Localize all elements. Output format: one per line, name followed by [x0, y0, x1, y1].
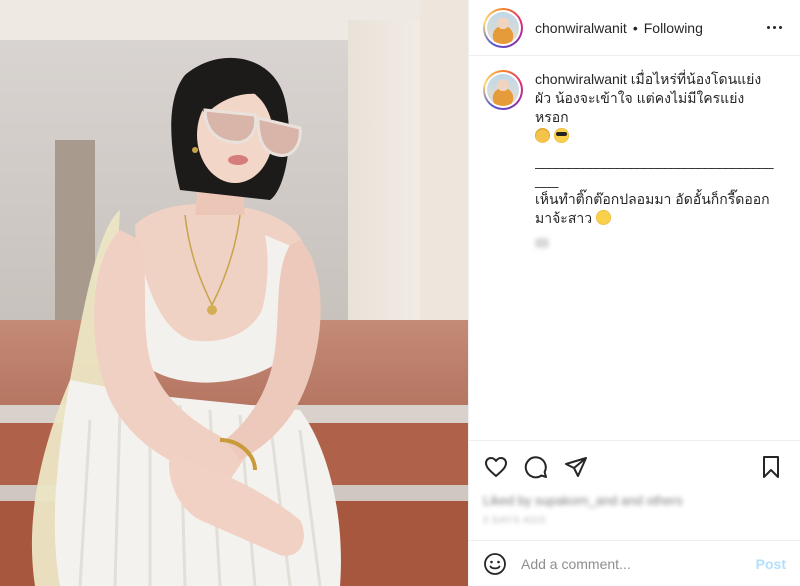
actions-area: Liked by supakorn_and and others 3 DAYS …	[469, 440, 800, 540]
caption-divider-short: ___	[535, 172, 559, 188]
bookmark-icon[interactable]	[758, 454, 784, 480]
post-timestamp[interactable]: 3 DAYS AGO	[483, 515, 786, 525]
wink-tongue-emoji	[595, 210, 611, 225]
ok-hand-emoji	[535, 128, 550, 143]
smiley-icon[interactable]	[483, 552, 507, 576]
caption-timestamp	[535, 238, 549, 248]
caption-line-4: มาจ้ะสาว	[535, 210, 593, 226]
username-link[interactable]: chonwiralwanit	[535, 20, 627, 36]
person-figure	[31, 57, 341, 586]
post-photo[interactable]	[0, 0, 468, 586]
heart-icon[interactable]	[483, 454, 509, 480]
following-button[interactable]: Following	[644, 20, 703, 36]
add-comment-bar: Post	[469, 540, 800, 586]
comment-input[interactable]	[521, 555, 756, 572]
header-separator: •	[632, 19, 638, 36]
post-side-panel: chonwiralwanit • Following chonwiralwani…	[468, 0, 800, 586]
caption-divider: ___________________________________	[535, 153, 774, 169]
caption-text: chonwiralwanit เมื่อไหร่ที่น้องโดนแย่ง ผ…	[535, 70, 775, 248]
post-header: chonwiralwanit • Following	[469, 0, 800, 56]
caption-line-2: ผัว น้องจะเข้าใจ แต่คงไม่มีใครแย่งหรอก	[535, 90, 745, 125]
caption-line-3: เห็นทำติ๊กต๊อกปลอมมา อัดอั้นก็กรี๊ดออก	[535, 191, 770, 207]
post-comment-button[interactable]: Post	[756, 556, 786, 572]
comments-section: chonwiralwanit เมื่อไหร่ที่น้องโดนแย่ง ผ…	[469, 56, 800, 440]
instagram-post: chonwiralwanit • Following chonwiralwani…	[0, 0, 800, 586]
caption-username[interactable]: chonwiralwanit	[535, 71, 627, 87]
avatar[interactable]	[483, 7, 523, 48]
cool-sunglasses-emoji	[553, 128, 569, 143]
action-bar	[483, 441, 786, 493]
send-icon[interactable]	[563, 454, 589, 480]
caption: chonwiralwanit เมื่อไหร่ที่น้องโดนแย่ง ผ…	[483, 70, 786, 248]
more-options-icon[interactable]	[762, 16, 786, 40]
comment-icon[interactable]	[523, 454, 549, 480]
likes-count[interactable]: Liked by supakorn_and and others	[483, 493, 786, 511]
caption-avatar[interactable]	[483, 70, 523, 110]
caption-line-1: เมื่อไหร่ที่น้องโดนแย่ง	[630, 71, 762, 87]
